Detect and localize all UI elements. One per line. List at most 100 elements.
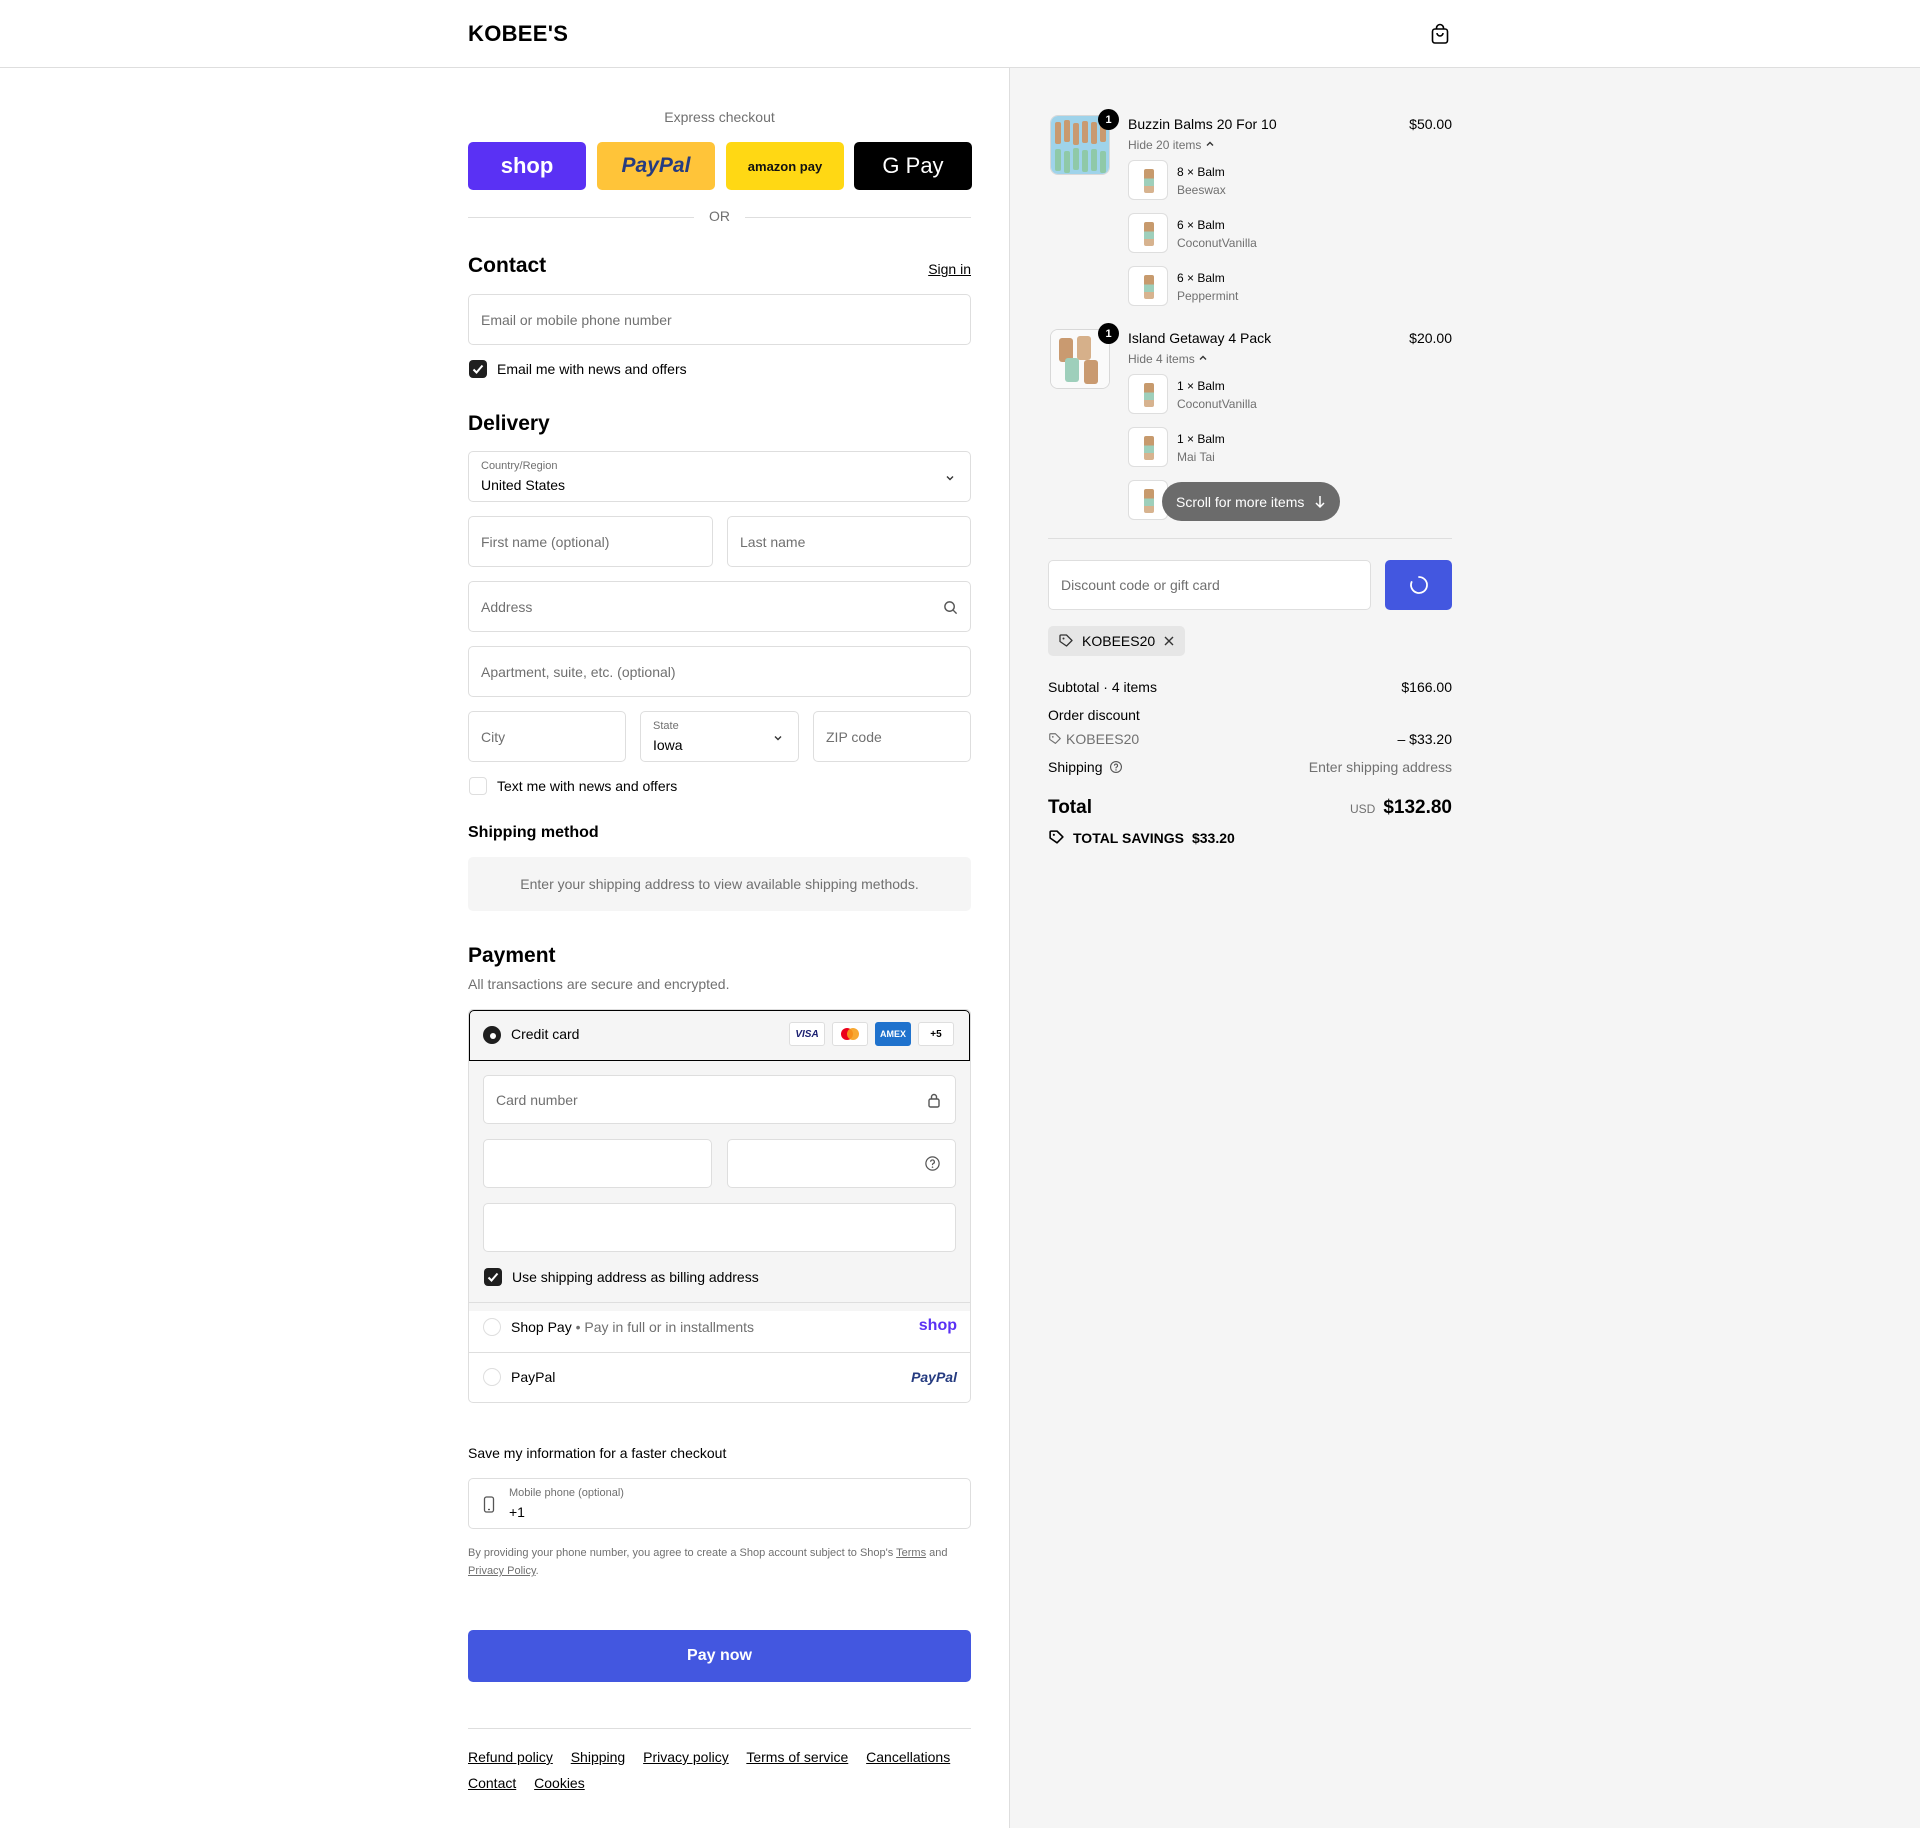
amazon-pay-express-button[interactable]: amazon pay (726, 142, 844, 190)
hide-items-toggle[interactable]: Hide 4 items (1128, 352, 1208, 366)
item-quantity-badge: 1 (1098, 323, 1119, 344)
currency-code: USD (1349, 802, 1376, 816)
shop-logo: shop (500, 153, 554, 178)
contact-link[interactable]: Contact (468, 1775, 516, 1791)
shop-pay-logo: shop (918, 1317, 957, 1334)
item-quantity-badge: 1 (1098, 109, 1119, 130)
shop-pay-express-button[interactable]: shop (468, 142, 586, 190)
first-name-placeholder: First name (optional) (481, 533, 610, 550)
chevron-down-icon (946, 476, 954, 481)
card-number-field[interactable]: Card number (483, 1075, 956, 1124)
order-discount-label: Order discount (1048, 707, 1140, 723)
state-value: Iowa (653, 737, 683, 753)
subtotal-value: $166.00 (1401, 679, 1452, 695)
phone-legal-text: By providing your phone number, you agre… (468, 1547, 948, 1577)
shipping-value: Enter shipping address (1308, 759, 1452, 775)
or-separator: OR (709, 208, 730, 224)
privacy-policy-footer-link[interactable]: Privacy policy (643, 1749, 729, 1765)
text-news-checkbox[interactable] (469, 777, 487, 795)
paypal-label[interactable]: PayPal (511, 1369, 555, 1385)
paypal-express-button[interactable]: PayPal (597, 142, 715, 190)
help-icon[interactable] (1109, 760, 1123, 774)
email-news-label: Email me with news and offers (497, 361, 687, 377)
scroll-more-items-button[interactable]: Scroll for more items (1162, 482, 1341, 521)
subitem-name: 1 × Balm (1177, 379, 1225, 393)
divider-right (745, 217, 971, 218)
subitem-variant: Beeswax (1177, 183, 1226, 197)
arrow-down-icon (1315, 495, 1325, 508)
shop-pay-radio[interactable] (483, 1318, 501, 1336)
last-name-placeholder: Last name (740, 533, 806, 550)
store-logo[interactable]: KOBEE'S (468, 21, 568, 47)
state-select[interactable]: State Iowa (640, 711, 799, 762)
paypal-logo: PayPal (911, 1369, 957, 1385)
shop-pay-option[interactable]: Shop Pay • Pay in full or in installment… (511, 1319, 754, 1335)
subitem-image (1128, 374, 1168, 414)
order-discount-code: KOBEES20 (1048, 731, 1139, 747)
terms-of-service-link[interactable]: Terms of service (746, 1749, 848, 1765)
total-value: $132.80 (1383, 797, 1452, 818)
last-name-field[interactable]: Last name (727, 516, 971, 567)
first-name-field[interactable]: First name (optional) (468, 516, 713, 567)
subitem-variant: CoconutVanilla (1177, 397, 1257, 411)
apartment-field[interactable]: Apartment, suite, etc. (optional) (468, 646, 971, 697)
item-price: $50.00 (1409, 116, 1452, 132)
privacy-policy-link[interactable]: Privacy Policy (468, 1565, 536, 1577)
shipping-method-heading: Shipping method (468, 824, 599, 841)
subitem-image (1128, 160, 1168, 200)
payment-divider-2 (469, 1352, 970, 1353)
billing-same-checkbox[interactable] (484, 1268, 502, 1286)
email-placeholder: Email or mobile phone number (481, 311, 672, 328)
total-savings: TOTAL SAVINGS $33.20 (1048, 829, 1235, 846)
applied-discount-tag: KOBEES20 (1048, 626, 1186, 656)
mobile-phone-field[interactable]: Mobile phone (optional) +1 (468, 1478, 971, 1529)
order-divider (1048, 538, 1452, 539)
email-field[interactable]: Email or mobile phone number (468, 294, 971, 345)
subitem-name: 1 × Balm (1177, 432, 1225, 446)
search-icon (944, 601, 958, 615)
city-field[interactable]: City (468, 711, 626, 762)
loading-spinner-icon (1409, 576, 1428, 594)
name-on-card-field[interactable] (483, 1203, 956, 1252)
help-icon[interactable] (924, 1155, 941, 1172)
subitem-image (1128, 427, 1168, 467)
zip-field[interactable]: ZIP code (813, 711, 971, 762)
shipping-label: Shipping (1048, 759, 1123, 775)
shipping-link[interactable]: Shipping (571, 1749, 626, 1765)
credit-card-label: Credit card (511, 1026, 580, 1042)
terms-link[interactable]: Terms (896, 1547, 926, 1559)
sign-in-link[interactable]: Sign in (928, 261, 971, 277)
credit-card-radio[interactable] (483, 1026, 501, 1044)
google-pay-express-button[interactable]: G Pay (854, 142, 972, 190)
shop-pay-sub: Pay in full or in installments (584, 1319, 755, 1335)
refund-policy-link[interactable]: Refund policy (468, 1749, 553, 1765)
security-code-field[interactable] (727, 1139, 956, 1188)
address-field[interactable]: Address (468, 581, 971, 632)
expiration-field[interactable] (483, 1139, 712, 1188)
apply-discount-button[interactable] (1385, 560, 1452, 610)
shop-pay-label: Shop Pay (511, 1319, 572, 1335)
pay-now-button[interactable]: Pay now (468, 1630, 971, 1682)
mobile-phone-label: Mobile phone (optional) (509, 1487, 624, 1499)
paypal-radio[interactable] (483, 1368, 501, 1386)
payment-subtitle: All transactions are secure and encrypte… (468, 976, 730, 992)
remove-discount-icon[interactable] (1163, 635, 1175, 647)
card-number-placeholder: Card number (496, 1091, 578, 1108)
city-placeholder: City (481, 728, 506, 745)
cancellations-link[interactable]: Cancellations (866, 1749, 950, 1765)
save-info-heading: Save my information for a faster checkou… (468, 1445, 727, 1461)
hide-items-toggle[interactable]: Hide 20 items (1128, 138, 1215, 152)
country-select[interactable]: Country/Region United States (468, 451, 971, 502)
apartment-placeholder: Apartment, suite, etc. (optional) (481, 663, 676, 680)
state-label: State (653, 720, 679, 732)
more-cards-badge: +5 (918, 1022, 954, 1046)
google-pay-logo: G Pay (882, 153, 944, 178)
shopping-bag-icon[interactable] (1428, 22, 1452, 46)
discount-code-field[interactable]: Discount code or gift card (1048, 560, 1371, 610)
item-name: Buzzin Balms 20 For 10 (1128, 116, 1277, 132)
subitem-image (1128, 213, 1168, 253)
delivery-heading: Delivery (468, 412, 550, 435)
shipping-method-notice: Enter your shipping address to view avai… (468, 857, 971, 911)
cookies-link[interactable]: Cookies (534, 1775, 585, 1791)
email-news-checkbox[interactable] (469, 360, 487, 378)
